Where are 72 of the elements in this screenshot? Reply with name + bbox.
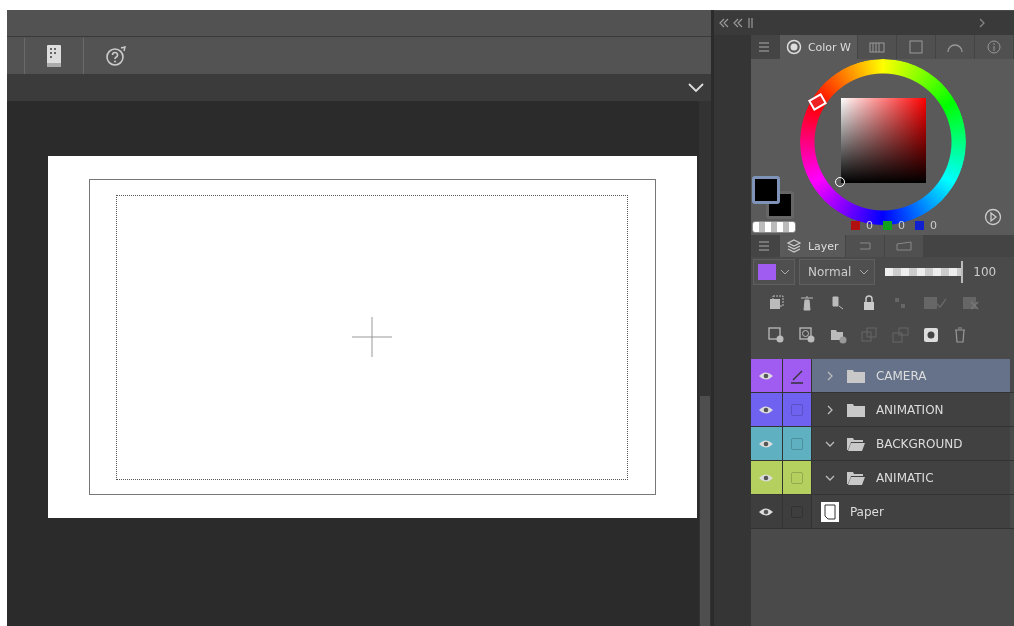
trash-icon[interactable]	[952, 326, 967, 344]
property-icon	[894, 240, 913, 252]
wheel-tab-icon	[785, 39, 802, 55]
crosshair-icon	[352, 317, 393, 357]
layer-color-swatch	[757, 264, 776, 280]
paper-icon	[819, 500, 840, 523]
tab-label: Layer	[807, 239, 839, 253]
edit-status-cell[interactable]	[782, 359, 812, 392]
mask-check-icon[interactable]	[921, 294, 948, 312]
layer-name: Paper	[849, 504, 884, 519]
layer-tab[interactable]: Layer	[779, 235, 846, 257]
layer-row[interactable]: ANIMATION	[811, 393, 1010, 426]
caret-icon	[859, 268, 870, 276]
layer-name: ANIMATION	[875, 402, 944, 417]
channel-value: 0	[897, 219, 905, 232]
chevron-down-icon[interactable]	[686, 81, 705, 94]
layers-icon	[785, 238, 802, 254]
visibility-toggle[interactable]	[750, 359, 783, 392]
scrollbar-thumb[interactable]	[699, 396, 710, 626]
eye-icon	[758, 370, 775, 381]
opacity-value: 100	[973, 265, 997, 279]
scrollbar[interactable]	[698, 101, 711, 626]
folder-icon	[845, 401, 866, 418]
layer-name: ANIMATIC	[875, 470, 934, 485]
edit-status-cell[interactable]	[782, 495, 812, 528]
layer-name: CAMERA	[875, 368, 927, 383]
eye-icon	[758, 472, 775, 483]
color-wheel-tab[interactable]: Color W	[779, 35, 858, 59]
folder-icon	[845, 469, 866, 486]
mask-icon[interactable]	[921, 326, 940, 344]
layer-row[interactable]: CAMERA	[811, 359, 1010, 392]
edit-status-cell[interactable]	[782, 393, 812, 426]
visibility-toggle[interactable]	[750, 461, 783, 494]
square-icon	[908, 40, 924, 54]
help-icon[interactable]	[103, 43, 128, 68]
visibility-toggle[interactable]	[750, 495, 783, 528]
approx-color-tab[interactable]	[936, 35, 975, 59]
color-swatches-drawing[interactable]	[751, 176, 794, 219]
chevron-right-icon[interactable]	[978, 17, 986, 29]
edit-status-cell[interactable]	[782, 461, 812, 494]
folder-icon	[845, 435, 866, 452]
layer-row[interactable]: BACKGROUND	[811, 427, 1010, 460]
layer-row[interactable]: Paper	[811, 495, 1010, 528]
transparent-swatch[interactable]	[751, 221, 796, 233]
channel-value: 0	[929, 219, 937, 232]
new-raster-layer-icon[interactable]	[766, 326, 785, 344]
blend-mode-dropdown[interactable]: Normal	[798, 259, 876, 285]
eye-icon	[758, 438, 775, 449]
color-set-tab[interactable]	[858, 35, 897, 59]
visibility-toggle[interactable]	[750, 427, 783, 460]
eye-icon	[758, 506, 775, 517]
layer-name: BACKGROUND	[875, 436, 963, 451]
arc-icon	[946, 41, 964, 53]
collapse-icon[interactable]	[717, 17, 754, 29]
tablet-icon[interactable]	[44, 43, 63, 68]
blend-mode-label: Normal	[807, 265, 852, 279]
edit-status-cell[interactable]	[782, 427, 812, 460]
caret-icon	[779, 268, 790, 276]
info-icon	[987, 40, 1001, 54]
info-tab[interactable]	[975, 35, 1014, 59]
layer-color-dropdown[interactable]	[752, 259, 795, 285]
palette-grid-icon	[868, 41, 886, 53]
layer-row[interactable]: ANIMATIC	[811, 461, 1010, 494]
visibility-toggle[interactable]	[750, 393, 783, 426]
play-icon[interactable]	[983, 208, 1002, 226]
color-slider-tab[interactable]	[897, 35, 936, 59]
folder-icon	[845, 367, 866, 384]
new-vector-layer-icon[interactable]	[797, 326, 816, 344]
saturation-value-square[interactable]	[840, 98, 926, 183]
eye-icon	[758, 404, 775, 415]
opacity-slider[interactable]	[885, 261, 966, 283]
tab-label: Color W	[807, 40, 851, 54]
